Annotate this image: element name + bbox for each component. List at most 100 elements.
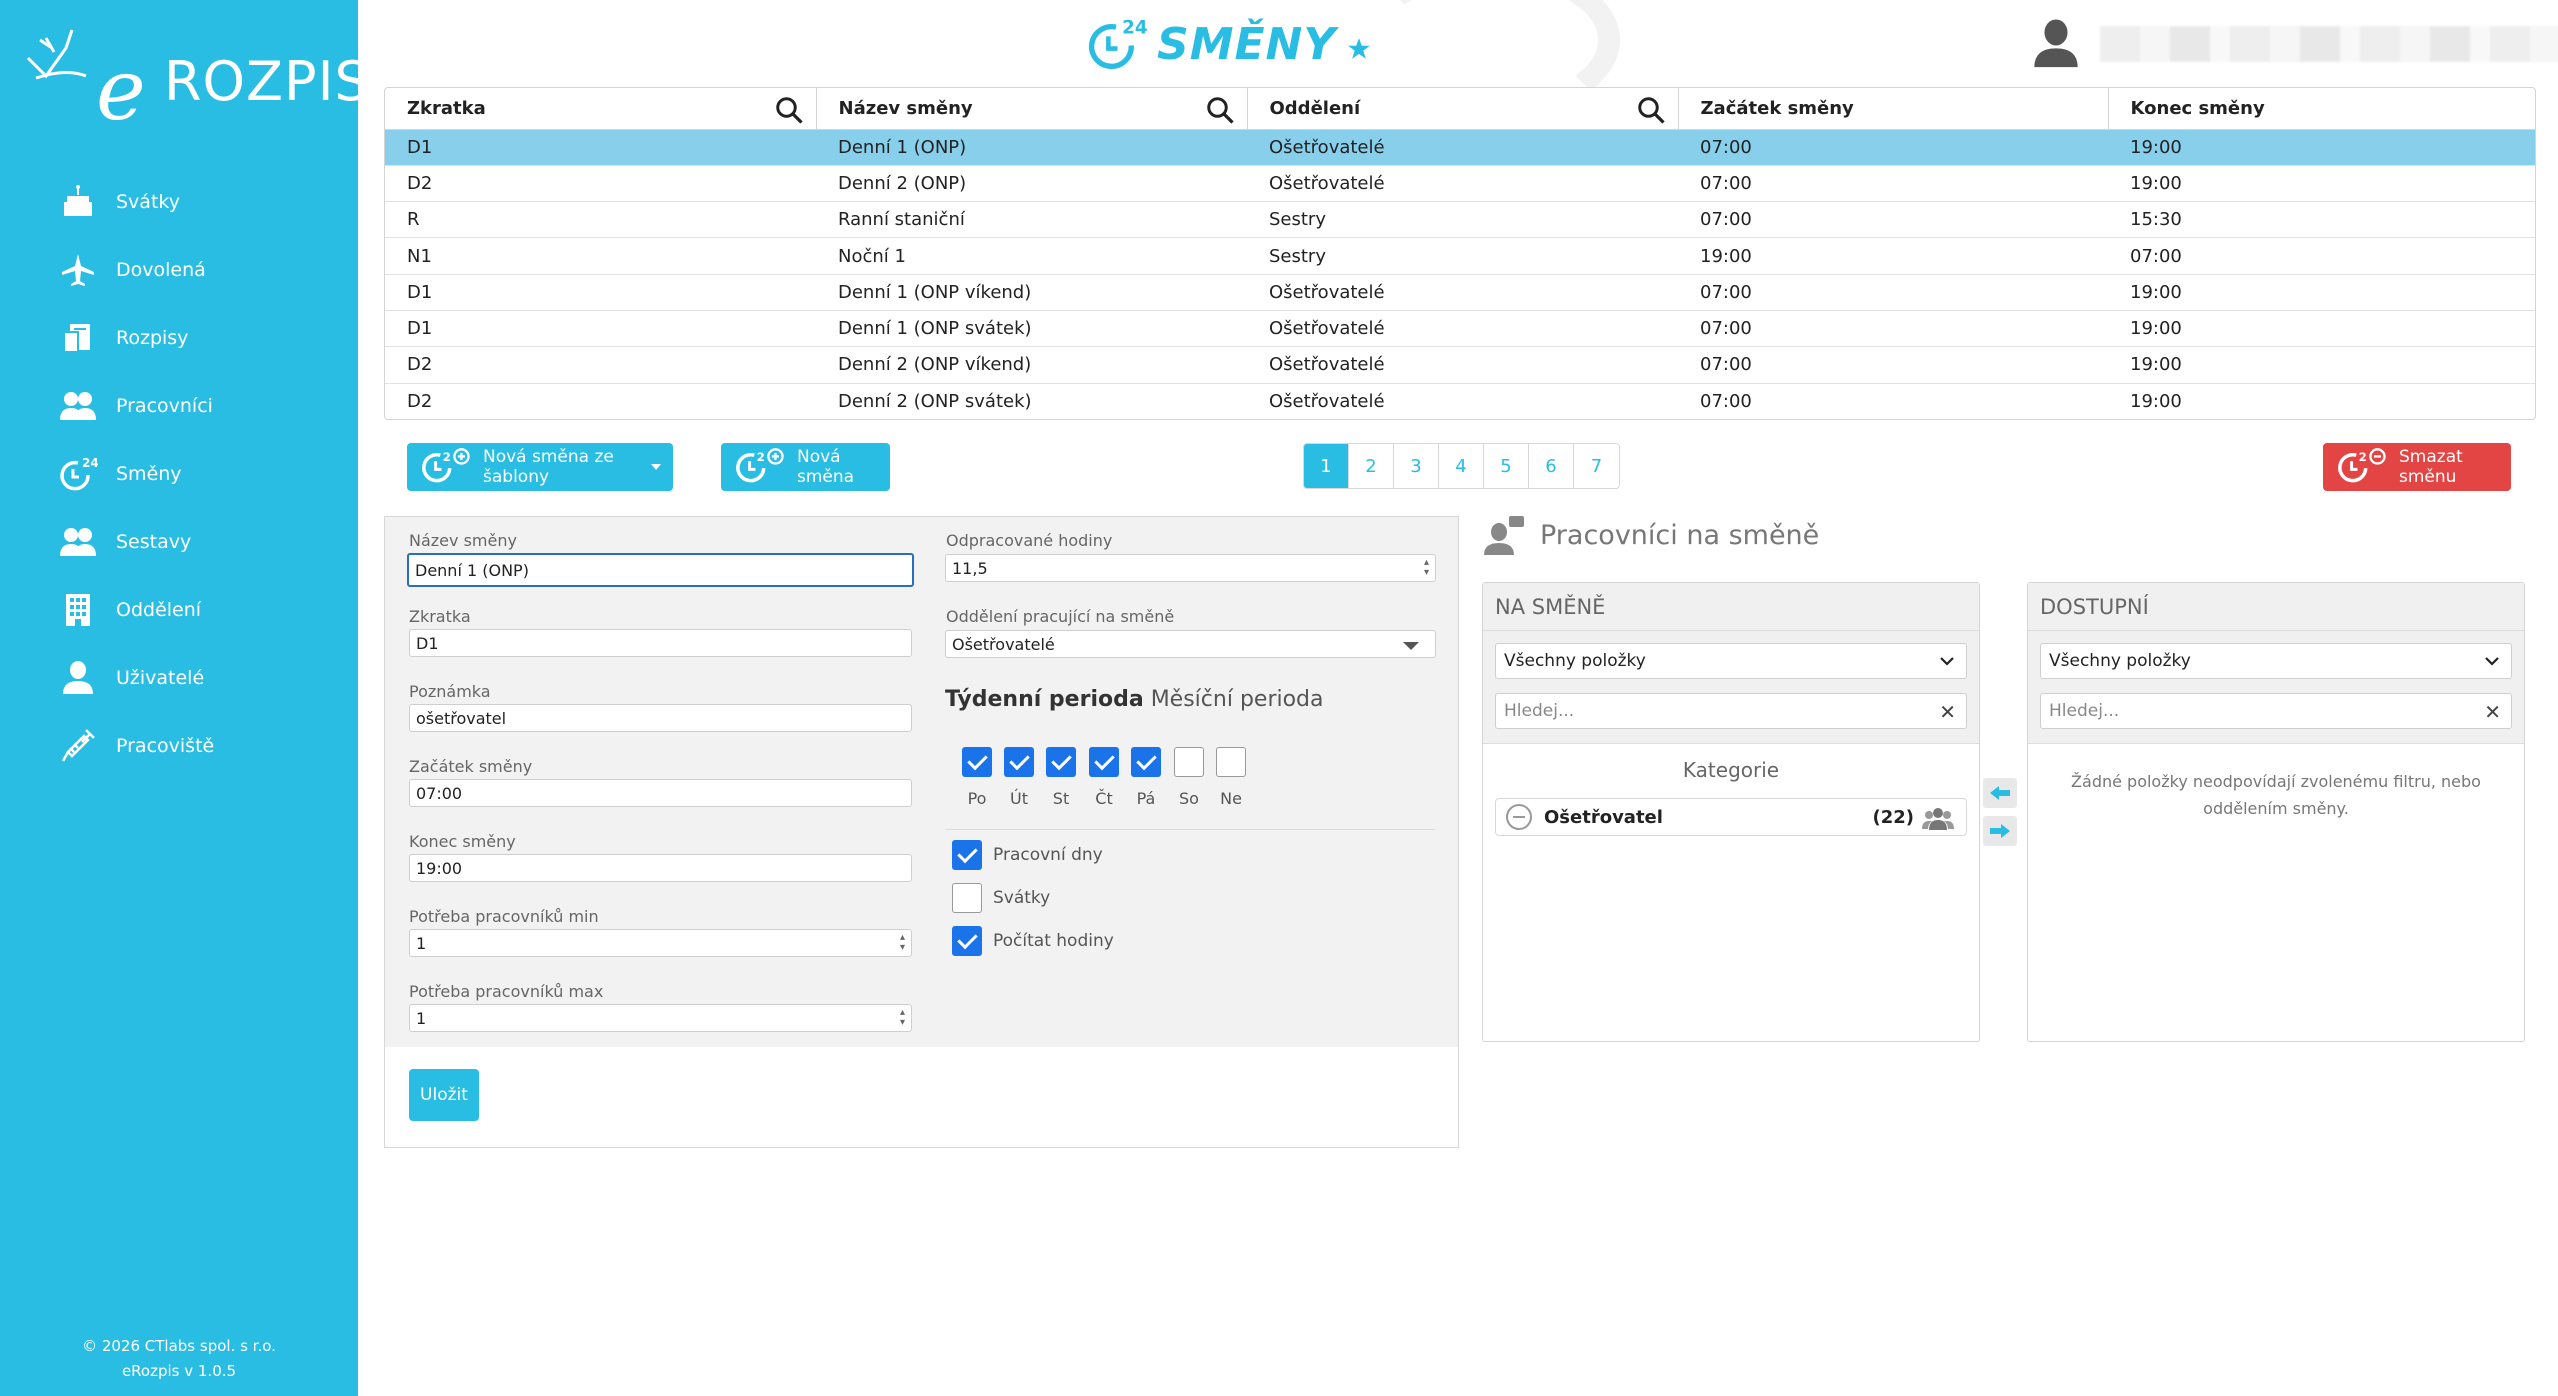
shift-name-input[interactable]: Denní 1 (ONP) — [407, 553, 914, 587]
delete-shift-button[interactable]: 2 Smazat směnu — [2323, 443, 2511, 491]
available-filter-select[interactable]: Všechny položky — [2040, 643, 2512, 679]
table-cell: Sestry — [1247, 237, 1678, 275]
sidebar-item-sestavy[interactable]: Sestavy — [0, 508, 358, 576]
column-header-nazev[interactable]: Název směny — [816, 88, 1248, 130]
start-time-input[interactable]: 07:00 — [409, 779, 912, 807]
table-cell: 07:00 — [1678, 310, 2108, 348]
dept-select[interactable]: Ošetřovatelé — [945, 630, 1436, 658]
search-icon[interactable] — [1636, 95, 1666, 125]
search-icon[interactable] — [774, 95, 804, 125]
table-header-row: Zkratka Název směny Oddělení Začátek smě… — [385, 88, 2535, 130]
table-cell: Sestry — [1247, 201, 1678, 239]
table-cell: R — [385, 201, 816, 239]
table-row[interactable]: R Ranní staniční Sestry 07:00 15:30 — [385, 201, 2535, 239]
max-workers-stepper[interactable]: 1 ▴ ▾ — [409, 1004, 912, 1032]
table-row[interactable]: D2 Denní 2 (ONP) Ošetřovatelé 07:00 19:00 — [385, 165, 2535, 203]
hours-value: 11,5 — [952, 558, 988, 578]
dept-label: Oddělení pracující na směně — [946, 607, 1175, 626]
day-checkbox-so[interactable] — [1174, 747, 1204, 777]
table-row[interactable]: D1 Denní 1 (ONP víkend) Ošetřovatelé 07:00 1… — [385, 274, 2535, 311]
column-header-zkratka[interactable]: Zkratka — [385, 88, 817, 130]
table-row[interactable]: N1 Noční 1 Sestry 19:00 07:00 — [385, 237, 2535, 275]
min-workers-stepper[interactable]: 1 ▴ ▾ — [409, 929, 912, 957]
day-checkbox-po[interactable] — [962, 747, 992, 777]
stepper-arrows-icon[interactable]: ▴ ▾ — [1424, 558, 1429, 578]
table-cell: Denní 2 (ONP) — [816, 165, 1247, 203]
table-row[interactable]: D1 Denní 1 (ONP) Ošetřovatelé 07:00 19:00 — [385, 129, 2535, 166]
table-row[interactable]: D2 Denní 2 (ONP víkend) Ošetřovatelé 07:00 1… — [385, 346, 2535, 384]
day-checkbox-út[interactable] — [1004, 747, 1034, 777]
day-checkbox-čt[interactable] — [1089, 747, 1119, 777]
user-menu[interactable] — [2030, 18, 2558, 70]
new-shift-from-template-button[interactable]: 2 Nová směna ze šablony — [407, 443, 673, 491]
svg-text:2: 2 — [2359, 450, 2367, 464]
sidebar-item-dovolena[interactable]: Dovolená — [0, 236, 358, 304]
sidebar-item-pracovnici[interactable]: Pracovníci — [0, 372, 358, 440]
user-icon — [58, 658, 98, 698]
category-item[interactable]: Ošetřovatel (22) — [1495, 798, 1967, 836]
syringe-icon — [58, 726, 98, 766]
end-time-input[interactable]: 19:00 — [409, 854, 912, 882]
collapse-minus-icon[interactable] — [1506, 804, 1532, 830]
page-link-4[interactable]: 4 — [1439, 444, 1484, 488]
page-link-2[interactable]: 2 — [1349, 444, 1394, 488]
column-header-oddeleni[interactable]: Oddělení — [1247, 88, 1679, 130]
day-checkbox-ne[interactable] — [1216, 747, 1246, 777]
sidebar-item-uzivatele[interactable]: Uživatelé — [0, 644, 358, 712]
footer-copyright: © 2026 CTlabs spol. s r.o. — [82, 1337, 276, 1355]
day-label: Čt — [1095, 789, 1113, 808]
footer-version: eRozpis v 1.0.5 — [121, 1362, 237, 1380]
table-row[interactable]: D2 Denní 2 (ONP svátek) Ošetřovatelé 07:00 1… — [385, 383, 2535, 419]
hours-stepper[interactable]: 11,5 ▴ ▾ — [945, 554, 1436, 582]
tab-monthly-period[interactable]: Měsíční perioda — [1151, 687, 1324, 712]
on-shift-search-input[interactable]: Hledej... ✕ — [1495, 693, 1967, 729]
table-cell: 19:00 — [2108, 129, 2535, 166]
clear-icon[interactable]: ✕ — [2484, 700, 2501, 724]
save-button[interactable]: Uložit — [409, 1069, 479, 1121]
column-header-label: Konec směny — [2130, 97, 2265, 119]
table-cell: Noční 1 — [816, 237, 1247, 275]
table-cell: 07:00 — [1700, 390, 1752, 412]
option-checkbox[interactable] — [952, 883, 982, 913]
on-shift-filter-select[interactable]: Všechny položky — [1495, 643, 1967, 679]
group-people-icon — [1922, 808, 1954, 830]
sidebar-item-smeny[interactable]: 24 Směny — [0, 440, 358, 508]
sidebar-item-rozpisy[interactable]: Rozpisy — [0, 304, 358, 372]
move-left-button[interactable] — [1983, 778, 2017, 808]
column-header-zacatek[interactable]: Začátek směny — [1678, 88, 2109, 130]
column-header-label: Začátek směny — [1700, 97, 1854, 119]
day-checkbox-pá[interactable] — [1131, 747, 1161, 777]
stepper-arrows-icon[interactable]: ▴ ▾ — [900, 1008, 905, 1028]
table-cell: 19:00 — [2108, 274, 2535, 311]
page-link-7[interactable]: 7 — [1574, 444, 1619, 488]
sidebar-item-pracoviste[interactable]: Pracoviště — [0, 712, 358, 780]
category-heading: Kategorie — [1682, 758, 1780, 782]
sidebar-item-oddeleni[interactable]: Oddělení — [0, 576, 358, 644]
clear-icon[interactable]: ✕ — [1939, 700, 1956, 724]
option-checkbox[interactable] — [952, 840, 982, 870]
day-checkbox-st[interactable] — [1046, 747, 1076, 777]
table-cell: 19:00 — [2108, 346, 2535, 384]
app-logo[interactable]: e ROZPIS — [26, 28, 369, 132]
sidebar-item-svatky[interactable]: Svátky — [0, 168, 358, 236]
page-link-1[interactable]: 1 — [1304, 444, 1349, 488]
move-right-button[interactable] — [1983, 816, 2017, 846]
svg-text:24: 24 — [1122, 17, 1147, 38]
min-workers-value: 1 — [416, 933, 427, 953]
note-input[interactable]: ošetřovatel — [409, 704, 912, 732]
table-row[interactable]: D1 Denní 1 (ONP svátek) Ošetřovatelé 07:00 1… — [385, 310, 2535, 348]
search-icon[interactable] — [1205, 95, 1235, 125]
page-link-3[interactable]: 3 — [1394, 444, 1439, 488]
page-link-6[interactable]: 6 — [1529, 444, 1574, 488]
available-search-placeholder: Hledej... — [2049, 701, 2120, 721]
abbr-input[interactable]: D1 — [409, 629, 912, 657]
option-checkbox[interactable] — [952, 926, 982, 956]
tab-weekly-period[interactable]: Týdenní perioda — [945, 687, 1144, 712]
new-shift-button[interactable]: 2 Nová směna — [721, 443, 890, 491]
column-header-konec[interactable]: Konec směny — [2108, 88, 2535, 130]
stepper-arrows-icon[interactable]: ▴ ▾ — [900, 933, 905, 953]
available-header: DOSTUPNÍ — [2028, 583, 2524, 631]
page-link-5[interactable]: 5 — [1484, 444, 1529, 488]
available-search-input[interactable]: Hledej... ✕ — [2040, 693, 2512, 729]
shift-name-label: Název směny — [409, 531, 517, 550]
